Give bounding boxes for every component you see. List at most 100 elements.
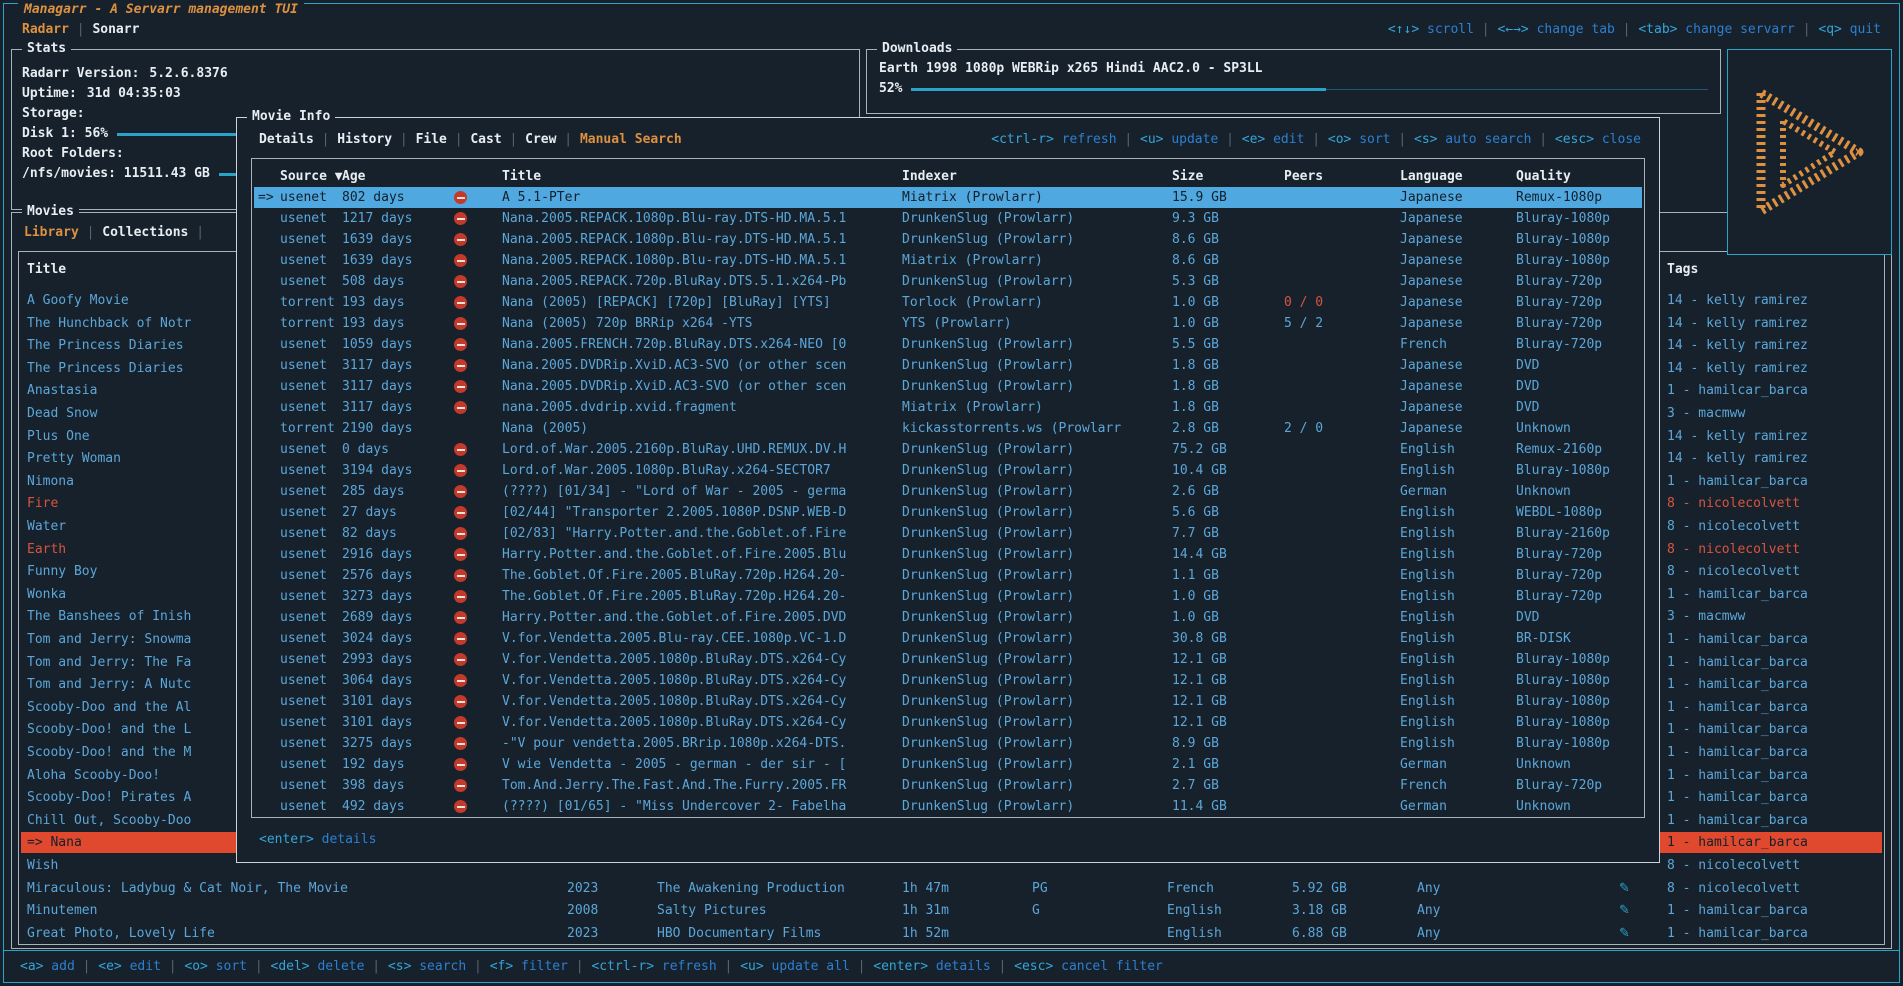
release-age: 3117 days — [342, 376, 412, 397]
edit-pencil-icon[interactable] — [1619, 900, 1630, 921]
tab-manual-search[interactable]: Manual Search — [580, 132, 682, 147]
release-size: 1.0 GB — [1172, 292, 1219, 313]
release-quality: Bluray-1080p — [1516, 712, 1610, 733]
tab-sonarr[interactable]: Sonarr — [92, 22, 139, 37]
release-quality: Bluray-2160p — [1516, 523, 1610, 544]
release-indexer: DrunkenSlug (Prowlarr) — [902, 229, 1074, 250]
movie-studio: Salty Pictures — [657, 900, 767, 921]
release-age: 398 days — [342, 775, 405, 796]
movie-runtime: 1h 52m — [902, 923, 949, 944]
search-result-row[interactable]: usenet 3273 days The.Goblet.Of.Fire.2005… — [254, 586, 1642, 607]
release-language: Japanese — [1400, 355, 1463, 376]
release-quality: Bluray-1080p — [1516, 250, 1610, 271]
search-result-row[interactable]: usenet 2689 days Harry.Potter.and.the.Go… — [254, 607, 1642, 628]
search-result-row[interactable]: usenet 3024 days V.for.Vendetta.2005.Blu… — [254, 628, 1642, 649]
search-result-row[interactable]: usenet 3117 days nana.2005.dvdrip.xvid.f… — [254, 397, 1642, 418]
search-result-row[interactable]: usenet 0 days Lord.of.War.2005.2160p.Blu… — [254, 439, 1642, 460]
release-source: usenet — [280, 712, 327, 733]
movie-title: Water — [27, 516, 66, 537]
tab-history[interactable]: History — [337, 132, 392, 147]
tab-library[interactable]: Library — [24, 225, 79, 240]
tab-file[interactable]: File — [416, 132, 447, 147]
disk-usage-label: Disk 1: 56% — [22, 124, 108, 144]
movie-list-row[interactable]: Miraculous: Ladybug & Cat Noir, The Movi… — [21, 878, 1882, 899]
search-result-row[interactable]: torrent 193 days Nana (2005) 720p BRRip … — [254, 313, 1642, 334]
release-size: 1.8 GB — [1172, 376, 1219, 397]
release-age: 2916 days — [342, 544, 412, 565]
search-result-row[interactable]: usenet 192 days V wie Vendetta - 2005 - … — [254, 754, 1642, 775]
tab-collections[interactable]: Collections — [102, 225, 188, 240]
search-result-row[interactable]: usenet 3101 days V.for.Vendetta.2005.108… — [254, 691, 1642, 712]
tab-separator: | — [79, 225, 102, 240]
movie-title: Wish — [27, 855, 58, 876]
movie-title: Aloha Scooby-Doo! — [27, 765, 160, 786]
search-result-row[interactable]: usenet 27 days [02/44] "Transporter 2.20… — [254, 502, 1642, 523]
release-source: usenet — [280, 733, 327, 754]
rejection-icon — [454, 481, 467, 502]
search-result-row[interactable]: usenet 398 days Tom.And.Jerry.The.Fast.A… — [254, 775, 1642, 796]
release-source: usenet — [280, 376, 327, 397]
movie-size: 3.18 GB — [1292, 900, 1347, 921]
release-indexer: DrunkenSlug (Prowlarr) — [902, 502, 1074, 523]
release-size: 12.1 GB — [1172, 691, 1227, 712]
release-size: 1.0 GB — [1172, 607, 1219, 628]
release-title: (????) [01/65] - "Miss Undercover 2- Fab… — [502, 796, 846, 817]
search-result-row[interactable]: usenet 3275 days -"V pour vendetta.2005.… — [254, 733, 1642, 754]
release-language: Japanese — [1400, 208, 1463, 229]
search-result-row[interactable]: usenet 2993 days V.for.Vendetta.2005.108… — [254, 649, 1642, 670]
search-result-row[interactable]: torrent 2190 days Nana (2005) kickasstor… — [254, 418, 1642, 439]
search-result-row[interactable]: usenet 3117 days Nana.2005.DVDRip.XviD.A… — [254, 355, 1642, 376]
search-result-row[interactable]: usenet 3101 days V.for.Vendetta.2005.108… — [254, 712, 1642, 733]
movie-title: Scooby-Doo! and the M — [27, 742, 191, 763]
movie-title: The Banshees of Inish — [27, 606, 191, 627]
release-title: Nana.2005.DVDRip.XviD.AC3-SVO (or other … — [502, 355, 846, 376]
search-result-row[interactable]: usenet 3194 days Lord.of.War.2005.1080p.… — [254, 460, 1642, 481]
search-result-row[interactable]: => usenet 802 days A 5.1-PTer Miatrix (P… — [254, 187, 1642, 208]
search-result-row[interactable]: usenet 1059 days Nana.2005.FRENCH.720p.B… — [254, 334, 1642, 355]
movie-tag: 1 - hamilcar_barca — [1667, 471, 1885, 492]
search-result-row[interactable]: usenet 2916 days Harry.Potter.and.the.Go… — [254, 544, 1642, 565]
tab-separator: | — [314, 132, 337, 147]
release-age: 3064 days — [342, 670, 412, 691]
search-result-row[interactable]: usenet 508 days Nana.2005.REPACK.720p.Bl… — [254, 271, 1642, 292]
release-indexer: DrunkenSlug (Prowlarr) — [902, 670, 1074, 691]
release-language: Japanese — [1400, 418, 1463, 439]
movie-studio: The Awakening Production — [657, 878, 845, 899]
search-result-row[interactable]: usenet 285 days (????) [01/34] - "Lord o… — [254, 481, 1642, 502]
movie-list-row[interactable]: Minutemen 2008 Salty Pictures 1h 31m G E… — [21, 900, 1882, 921]
search-result-row[interactable]: usenet 82 days [02/83] "Harry.Potter.and… — [254, 523, 1642, 544]
tab-crew[interactable]: Crew — [525, 132, 556, 147]
search-result-row[interactable]: usenet 1639 days Nana.2005.REPACK.1080p.… — [254, 229, 1642, 250]
movie-info-tabs: Details | History | File | Cast | Crew |… — [259, 130, 682, 150]
release-title: [02/83] "Harry.Potter.and.the.Goblet.of.… — [502, 523, 846, 544]
release-size: 2.1 GB — [1172, 754, 1219, 775]
movie-title: Dead Snow — [27, 403, 97, 424]
search-result-row[interactable]: usenet 492 days (????) [01/65] - "Miss U… — [254, 796, 1642, 817]
search-result-row[interactable]: usenet 1217 days Nana.2005.REPACK.1080p.… — [254, 208, 1642, 229]
release-language: English — [1400, 502, 1455, 523]
release-size: 5.6 GB — [1172, 502, 1219, 523]
release-age: 82 days — [342, 523, 397, 544]
movie-title: Tom and Jerry: A Nutc — [27, 674, 191, 695]
tab-details[interactable]: Details — [259, 132, 314, 147]
manual-search-rows: => usenet 802 days A 5.1-PTer Miatrix (P… — [254, 161, 1642, 815]
rejection-icon — [454, 712, 467, 733]
movie-list-row[interactable]: Great Photo, Lovely Life 2023 HBO Docume… — [21, 923, 1882, 944]
release-language: English — [1400, 460, 1455, 481]
edit-pencil-icon[interactable] — [1619, 923, 1630, 944]
release-quality: Bluray-720p — [1516, 775, 1602, 796]
search-result-row[interactable]: torrent 193 days Nana (2005) [REPACK] [7… — [254, 292, 1642, 313]
release-indexer: DrunkenSlug (Prowlarr) — [902, 754, 1074, 775]
search-result-row[interactable]: usenet 3064 days V.for.Vendetta.2005.108… — [254, 670, 1642, 691]
release-age: 508 days — [342, 271, 405, 292]
release-age: 2689 days — [342, 607, 412, 628]
edit-pencil-icon[interactable] — [1619, 878, 1630, 899]
release-quality: WEBDL-1080p — [1516, 502, 1602, 523]
tab-radarr[interactable]: Radarr — [22, 22, 69, 37]
tab-cast[interactable]: Cast — [470, 132, 501, 147]
release-size: 10.4 GB — [1172, 460, 1227, 481]
search-result-row[interactable]: usenet 1639 days Nana.2005.REPACK.1080p.… — [254, 250, 1642, 271]
search-result-row[interactable]: usenet 2576 days The.Goblet.Of.Fire.2005… — [254, 565, 1642, 586]
movie-tag: 14 - kelly ramirez — [1667, 448, 1885, 469]
search-result-row[interactable]: usenet 3117 days Nana.2005.DVDRip.XviD.A… — [254, 376, 1642, 397]
